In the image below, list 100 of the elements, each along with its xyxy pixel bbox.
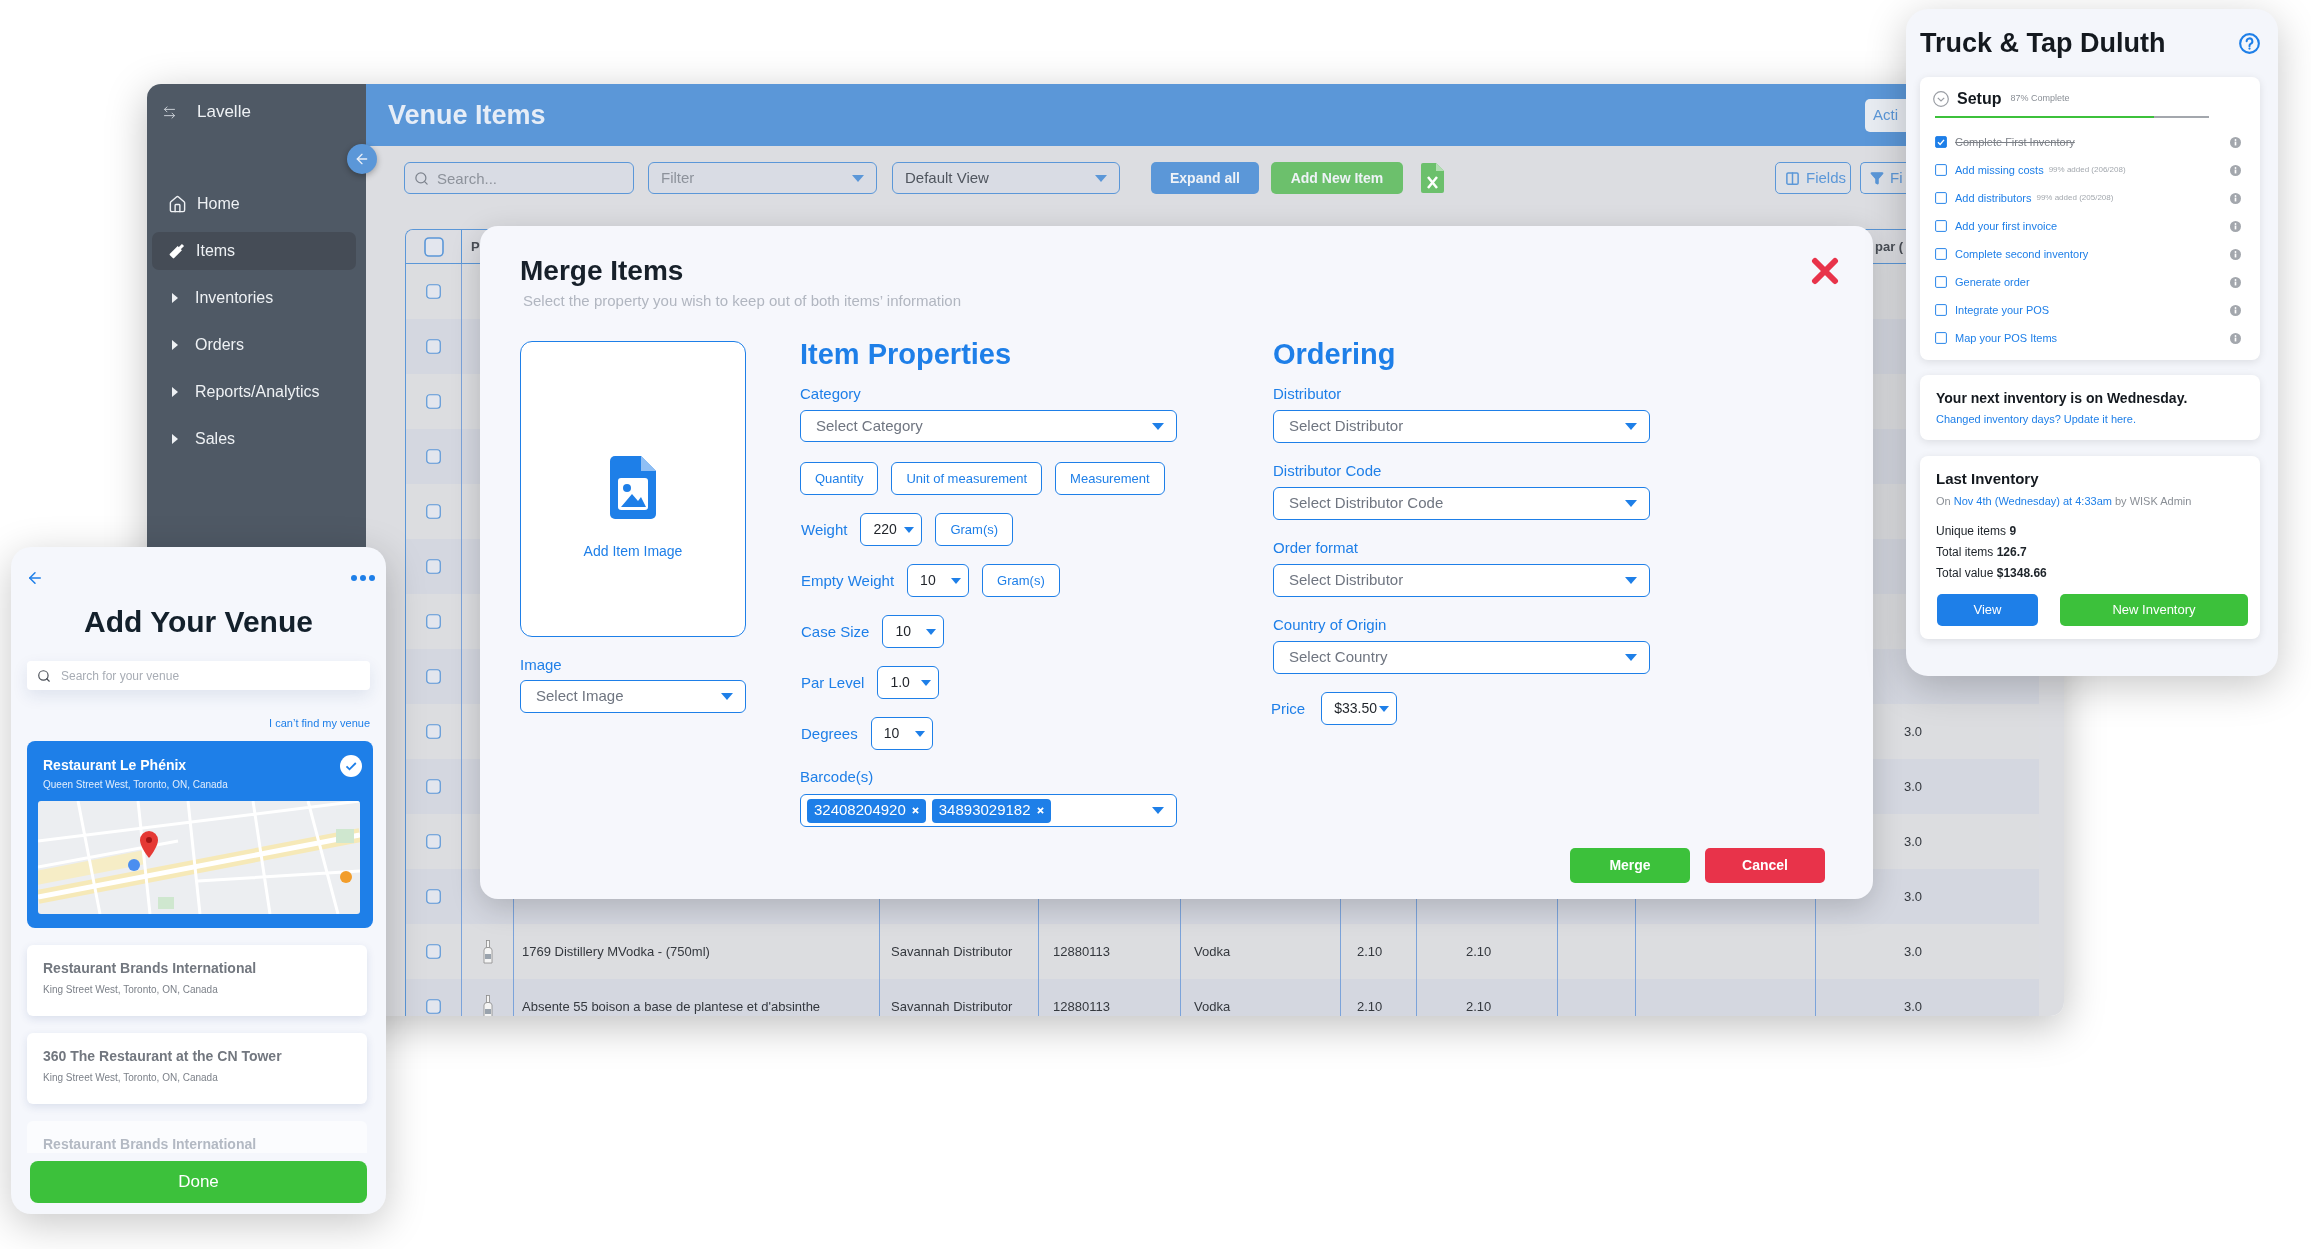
row-checkbox[interactable] [426, 614, 441, 629]
dialog-button[interactable]: Cancel [1705, 848, 1825, 883]
column-header[interactable]: P [471, 236, 480, 257]
image-select[interactable]: Select Image [520, 680, 746, 713]
task-checkbox[interactable] [1935, 276, 1947, 288]
task-link[interactable]: Add distributors [1955, 189, 2032, 207]
option-button[interactable]: Quantity [800, 462, 879, 495]
category-select[interactable]: Select Category [800, 410, 1177, 442]
info-icon[interactable] [2230, 192, 2241, 204]
filter-select[interactable]: Filter [648, 162, 877, 194]
value-select[interactable]: 1.0 [877, 666, 940, 699]
info-icon[interactable] [2230, 276, 2241, 288]
info-icon[interactable] [2230, 136, 2241, 148]
row-checkbox[interactable] [426, 944, 441, 959]
setup-title: Setup [1957, 89, 2002, 109]
update-days-link[interactable]: Changed inventory days? Update it here. [1936, 412, 2136, 426]
card-button[interactable]: New Inventory [2060, 594, 2248, 626]
venue-title: Truck & Tap Duluth [1920, 27, 2166, 59]
toolbar-button[interactable]: Expand all [1151, 162, 1259, 194]
field-label: Image [520, 657, 563, 673]
inventory-date-link[interactable]: Nov 4th (Wednesday) at 4:33am [1953, 495, 2112, 507]
sidebar-item[interactable]: Sales [152, 420, 356, 458]
close-icon[interactable] [1811, 257, 1839, 285]
caret-down-icon [721, 693, 733, 700]
done-button[interactable]: Done [30, 1161, 367, 1203]
venue-card[interactable]: 360 The Restaurant at the CN Tower King Street West, Toronto, ON, Canada [27, 1033, 367, 1104]
row-checkbox[interactable] [426, 504, 441, 519]
row-checkbox[interactable] [426, 339, 441, 354]
remove-icon[interactable] [1036, 807, 1044, 814]
task-link[interactable]: Complete First Inventory [1955, 133, 2075, 151]
venue-search-field[interactable]: Search for your venue [27, 661, 370, 690]
ordering-select[interactable]: Select Distributor [1273, 564, 1650, 597]
venue-card[interactable]: Restaurant Brands International King Street West, Toronto, ON, Canada [27, 945, 367, 1016]
view-select[interactable]: Default View [892, 162, 1120, 194]
caret-down-icon [921, 679, 932, 686]
cant-find-venue-link[interactable]: I can’t find my venue [269, 716, 370, 730]
task-link[interactable]: Integrate your POS [1955, 301, 2050, 319]
value-select[interactable]: 220 [860, 513, 923, 546]
swap-arrows-icon[interactable] [162, 104, 177, 120]
info-icon[interactable] [2230, 332, 2241, 344]
spreadsheet-file-icon[interactable] [1421, 163, 1444, 193]
venue-card[interactable]: Restaurant Le Phénix Queen Street West, Toronto, ON, Canada [27, 741, 373, 928]
task-link[interactable]: Complete second inventory [1955, 245, 2089, 263]
ordering-select[interactable]: Select Country [1273, 641, 1650, 674]
row-checkbox[interactable] [426, 834, 441, 849]
chevron-down-circle-icon[interactable] [1933, 91, 1949, 107]
value-select[interactable]: 10 [907, 564, 970, 597]
sidebar-item[interactable]: Inventories [152, 279, 356, 317]
row-checkbox[interactable] [426, 449, 441, 464]
task-checkbox[interactable] [1935, 164, 1947, 176]
sidebar-item[interactable]: Home [152, 185, 356, 223]
select-all-checkbox[interactable] [423, 236, 444, 257]
sidebar-item[interactable]: Reports/Analytics [152, 373, 356, 411]
barcode-tag[interactable]: 32408204920 [807, 798, 926, 823]
barcode-field[interactable]: 32408204920 34893029182 [800, 794, 1177, 827]
option-button[interactable]: Gram(s) [982, 564, 1060, 597]
task-checkbox[interactable] [1935, 332, 1947, 344]
card-button[interactable]: View [1937, 594, 2038, 626]
image-upload-area[interactable]: Add Item Image [520, 341, 746, 637]
toolbar-button[interactable]: Fi [1860, 162, 1906, 194]
row-checkbox[interactable] [426, 559, 441, 574]
info-icon[interactable] [2230, 304, 2241, 316]
action-button[interactable]: Acti [1865, 98, 1906, 132]
help-icon[interactable] [2239, 32, 2260, 54]
value-select[interactable]: 10 [870, 717, 933, 750]
search-field[interactable]: Search... [404, 162, 634, 194]
more-icon[interactable] [351, 575, 375, 581]
info-icon[interactable] [2230, 248, 2241, 260]
row-checkbox[interactable] [426, 669, 441, 684]
task-link[interactable]: Map your POS Items [1955, 329, 2058, 347]
toolbar-button[interactable]: Fields [1775, 162, 1851, 194]
task-checkbox[interactable] [1935, 220, 1947, 232]
ordering-select[interactable]: Select Distributor [1273, 410, 1650, 443]
row-checkbox[interactable] [426, 999, 441, 1014]
sidebar-item[interactable]: Orders [152, 326, 356, 364]
task-checkbox[interactable] [1935, 304, 1947, 316]
barcode-tag[interactable]: 34893029182 [931, 798, 1051, 823]
value-select[interactable]: 10 [882, 615, 945, 648]
option-button[interactable]: Measurement [1055, 462, 1165, 495]
value-select[interactable]: $33.50 [1321, 692, 1398, 725]
option-button[interactable]: Gram(s) [935, 513, 1014, 546]
option-button[interactable]: Unit of measurement [891, 462, 1043, 495]
task-checkbox[interactable] [1935, 248, 1947, 260]
task-link[interactable]: Add your first invoice [1955, 217, 2058, 235]
row-checkbox[interactable] [426, 284, 441, 299]
dialog-button[interactable]: Merge [1570, 848, 1690, 883]
task-link[interactable]: Generate order [1955, 273, 2030, 291]
task-link[interactable]: Add missing costs [1955, 161, 2044, 179]
task-checkbox[interactable] [1935, 192, 1947, 204]
ordering-select[interactable]: Select Distributor Code [1273, 487, 1650, 520]
row-checkbox[interactable] [426, 779, 441, 794]
task-checkbox[interactable] [1935, 136, 1947, 148]
row-checkbox[interactable] [426, 394, 441, 409]
remove-icon[interactable] [911, 807, 919, 814]
row-checkbox[interactable] [426, 724, 441, 739]
info-icon[interactable] [2230, 164, 2241, 176]
info-icon[interactable] [2230, 220, 2241, 232]
column-header[interactable]: par ( [1875, 236, 1904, 257]
row-checkbox[interactable] [426, 889, 441, 904]
sidebar-item[interactable]: Items [152, 232, 356, 270]
